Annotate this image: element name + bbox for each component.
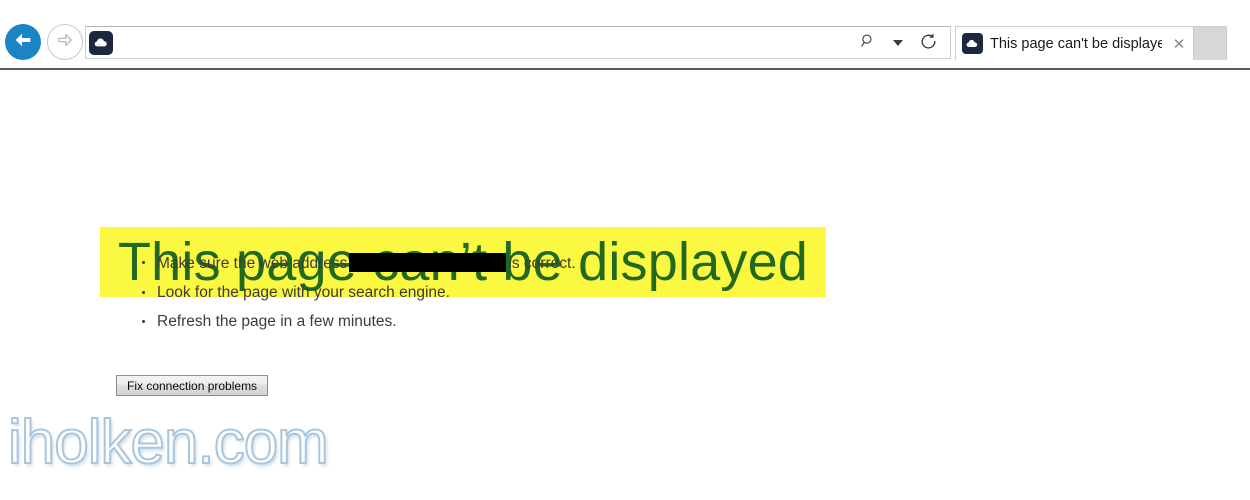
address-bar[interactable] bbox=[85, 26, 951, 59]
suggestion-text: Refresh the page in a few minutes. bbox=[157, 313, 397, 330]
close-icon[interactable]: ✕ bbox=[1169, 34, 1189, 54]
list-item: Make sure the web address is correct. bbox=[140, 253, 576, 273]
tab-strip: This page can't be displayed ✕ bbox=[955, 26, 1227, 60]
refresh-icon bbox=[919, 32, 938, 54]
new-tab-button[interactable] bbox=[1194, 26, 1227, 60]
list-item: Refresh the page in a few minutes. bbox=[140, 312, 576, 331]
search-button[interactable] bbox=[854, 28, 882, 57]
suggestion-list: Make sure the web address is correct. Loo… bbox=[140, 253, 576, 341]
arrow-right-icon bbox=[55, 30, 75, 55]
browser-tab[interactable]: This page can't be displayed ✕ bbox=[955, 26, 1194, 60]
chevron-down-icon bbox=[893, 39, 903, 46]
suggestion-text: Look for the page with your search engin… bbox=[157, 284, 450, 301]
tab-title: This page can't be displayed bbox=[990, 35, 1162, 52]
search-icon bbox=[859, 32, 877, 53]
arrow-left-icon bbox=[12, 29, 34, 56]
redacted-url-bar bbox=[349, 253, 507, 272]
cloud-favicon bbox=[962, 33, 983, 54]
url-input[interactable] bbox=[113, 27, 854, 58]
site-watermark: iholken.com bbox=[7, 408, 330, 477]
error-page-content: This page can’t be displayed Make sure t… bbox=[0, 70, 1250, 500]
list-item: Look for the page with your search engin… bbox=[140, 283, 576, 302]
fix-connection-problems-button[interactable]: Fix connection problems bbox=[116, 375, 269, 396]
cloud-favicon bbox=[89, 30, 113, 55]
suggestion-text-after: is correct. bbox=[508, 255, 576, 272]
browser-chrome: This page can't be displayed ✕ bbox=[0, 0, 1250, 70]
forward-button[interactable] bbox=[47, 24, 83, 60]
address-bar-actions bbox=[854, 28, 950, 57]
search-dropdown-button[interactable] bbox=[884, 28, 912, 57]
suggestion-text-before: Make sure the web address bbox=[157, 255, 348, 272]
back-button[interactable] bbox=[5, 24, 41, 60]
navigation-buttons bbox=[5, 24, 83, 60]
refresh-button[interactable] bbox=[914, 28, 942, 57]
